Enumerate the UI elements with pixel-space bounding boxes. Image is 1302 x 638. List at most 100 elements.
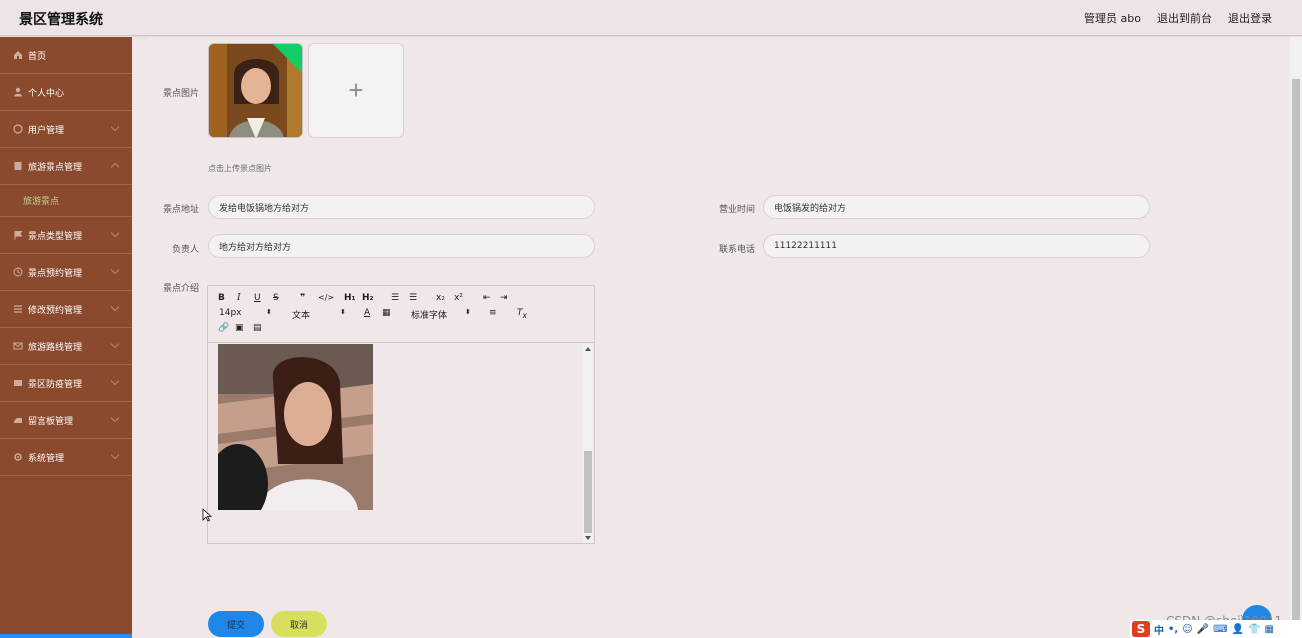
font-family-select[interactable]: 标准字体 xyxy=(411,308,447,321)
clock-icon xyxy=(12,267,23,278)
sidebar-item-scenic[interactable]: 旅游景点管理 xyxy=(0,148,132,185)
grid-icon[interactable]: ▦ xyxy=(1264,624,1273,635)
upload-add-button[interactable]: + xyxy=(308,43,404,138)
top-bar: 景区管理系统 管理员 abo 退出到前台 退出登录 xyxy=(0,0,1302,36)
address-label: 景点地址 xyxy=(163,205,200,215)
rich-text-editor[interactable]: B I U S ❞ </> H₁ H₂ ☰ ☰ x₂ x² ⇤ ⇥ 14px ⬍… xyxy=(207,285,595,544)
scrollbar-thumb[interactable] xyxy=(1292,79,1300,634)
align-icon[interactable]: ≡ xyxy=(489,308,497,318)
editor-scrollbar-thumb[interactable] xyxy=(584,451,592,533)
sidebar-item-personal[interactable]: 个人中心 xyxy=(0,74,132,111)
chevron-down-icon xyxy=(110,413,120,423)
uploaded-image-thumbnail[interactable] xyxy=(208,43,303,138)
logout-link[interactable]: 退出登录 xyxy=(1228,10,1272,26)
sidebar-item-label: 留言板管理 xyxy=(28,416,74,427)
superscript-icon[interactable]: x² xyxy=(454,293,463,303)
code-block-icon[interactable]: </> xyxy=(318,293,334,302)
page-scrollbar[interactable] xyxy=(1290,37,1302,638)
bold-icon[interactable]: B xyxy=(218,293,225,303)
sidebar-item-modify-reservations[interactable]: 修改预约管理 xyxy=(0,291,132,328)
mail-icon xyxy=(12,341,23,352)
ime-mode[interactable]: 中 xyxy=(1154,622,1164,637)
skin-icon[interactable]: 👤 xyxy=(1232,624,1244,635)
shirt-icon[interactable]: 👕 xyxy=(1248,624,1260,635)
punctuation-icon[interactable]: •, xyxy=(1168,624,1178,635)
emoji-icon[interactable]: ☺ xyxy=(1182,624,1192,635)
intro-label: 景点介绍 xyxy=(163,284,200,294)
chevron-down-icon xyxy=(110,122,120,132)
scroll-down-icon[interactable] xyxy=(585,536,591,540)
chevron-down-icon xyxy=(110,265,120,275)
ime-toolbar[interactable]: S 中 •, ☺ 🎤 ⌨ 👤 👕 ▦ xyxy=(1130,620,1302,638)
sidebar-item-routes[interactable]: 旅游路线管理 xyxy=(0,328,132,365)
upload-hint: 点击上传景点图片 xyxy=(208,164,272,173)
phone-input[interactable]: 11122211111 xyxy=(763,234,1150,258)
background-color-icon[interactable]: ▦ xyxy=(382,308,391,318)
sidebar-item-system[interactable]: 系统管理 xyxy=(0,439,132,476)
content-photo xyxy=(218,344,373,510)
editor-content[interactable] xyxy=(208,344,594,544)
chevron-up-icon xyxy=(110,162,120,172)
sidebar-item-messages[interactable]: 留言板管理 xyxy=(0,402,132,439)
sidebar-item-scenic-types[interactable]: 景点类型管理 xyxy=(0,217,132,254)
sidebar-subitem-scenic-spots[interactable]: 旅游景点 xyxy=(0,185,132,217)
scroll-up-icon[interactable] xyxy=(585,347,591,351)
chevron-updown-icon: ⬍ xyxy=(266,308,272,316)
font-size-select[interactable]: 14px xyxy=(219,308,242,318)
sidebar-item-label: 旅游路线管理 xyxy=(28,342,83,353)
home-icon xyxy=(12,50,23,61)
chevron-down-icon xyxy=(110,339,120,349)
submit-button[interactable]: 提交 xyxy=(208,611,264,637)
ime-logo-icon: S xyxy=(1132,621,1150,637)
person-input[interactable]: 地方给对方给对方 xyxy=(208,234,595,258)
chevron-down-icon xyxy=(110,228,120,238)
sidebar-item-label: 旅游景点管理 xyxy=(28,162,83,173)
text-color-icon[interactable]: A xyxy=(364,308,370,318)
list-icon xyxy=(12,304,23,315)
sidebar-item-epidemic[interactable]: 景区防疫管理 xyxy=(0,365,132,402)
video-icon[interactable]: ▤ xyxy=(253,323,262,333)
image-icon[interactable]: ▣ xyxy=(235,323,244,333)
sidebar-item-label: 修改预约管理 xyxy=(28,305,83,316)
sidebar-item-home[interactable]: 首页 xyxy=(0,37,132,74)
taskbar-accent xyxy=(0,634,132,638)
sidebar-item-users[interactable]: 用户管理 xyxy=(0,111,132,148)
clear-format-icon[interactable]: Tx xyxy=(517,308,527,320)
h1-icon[interactable]: H₁ xyxy=(344,293,355,303)
exit-to-front-link[interactable]: 退出到前台 xyxy=(1157,10,1212,26)
user-icon xyxy=(12,87,23,98)
bullet-list-icon[interactable]: ☰ xyxy=(409,293,417,303)
chevron-down-icon xyxy=(110,450,120,460)
hours-input[interactable]: 电饭锅发的给对方 xyxy=(763,195,1150,219)
cancel-button[interactable]: 取消 xyxy=(271,611,327,637)
shield-icon xyxy=(12,378,23,389)
underline-icon[interactable]: U xyxy=(254,293,261,303)
sidebar-item-label: 系统管理 xyxy=(28,453,65,464)
sidebar: 首页 个人中心 用户管理 旅游景点管理 旅游景点 景点类型管理 景点预约管理 修… xyxy=(0,37,132,638)
header-select[interactable]: 文本 xyxy=(292,308,310,321)
indent-icon[interactable]: ⇥ xyxy=(500,293,508,303)
sidebar-item-label: 用户管理 xyxy=(28,125,65,136)
person-label: 负责人 xyxy=(172,245,200,255)
address-input[interactable]: 发给电饭锅地方给对方 xyxy=(208,195,595,219)
ordered-list-icon[interactable]: ☰ xyxy=(391,293,399,303)
chevron-updown-icon: ⬍ xyxy=(465,308,471,316)
editor-scrollbar[interactable] xyxy=(583,344,593,543)
h2-icon[interactable]: H₂ xyxy=(362,293,373,303)
keyboard-icon[interactable]: ⌨ xyxy=(1213,624,1227,635)
chevron-updown-icon: ⬍ xyxy=(340,308,346,316)
gear-icon xyxy=(12,452,23,463)
subscript-icon[interactable]: x₂ xyxy=(436,293,445,303)
sidebar-item-label: 景区防疫管理 xyxy=(28,379,83,390)
outdent-icon[interactable]: ⇤ xyxy=(483,293,491,303)
phone-label: 联系电话 xyxy=(719,245,756,255)
link-icon[interactable]: 🔗 xyxy=(218,323,229,333)
hours-label: 营业时间 xyxy=(719,205,756,215)
app-title: 景区管理系统 xyxy=(19,12,103,28)
mic-icon[interactable]: 🎤 xyxy=(1197,624,1209,635)
chevron-down-icon xyxy=(110,302,120,312)
italic-icon[interactable]: I xyxy=(237,293,241,303)
sidebar-item-reservations[interactable]: 景点预约管理 xyxy=(0,254,132,291)
blockquote-icon[interactable]: ❞ xyxy=(300,293,305,303)
strike-icon[interactable]: S xyxy=(273,293,279,303)
